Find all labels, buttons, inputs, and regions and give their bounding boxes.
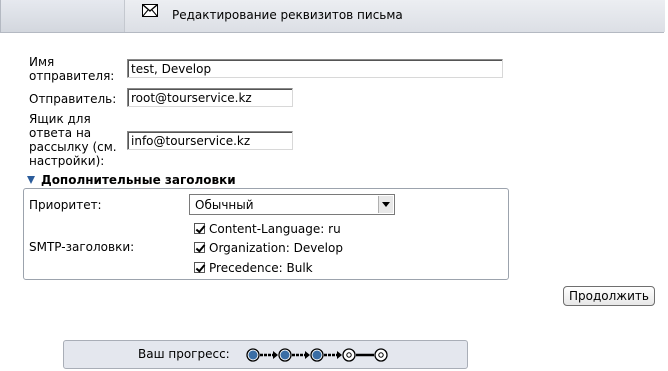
progress-connector [292, 351, 310, 359]
smtp-header-option[interactable]: Organization: Develop [194, 242, 343, 255]
sender-field[interactable] [127, 88, 293, 107]
progress-step-dot [248, 350, 258, 360]
smtp-header-option[interactable]: Precedence: Bulk [194, 262, 313, 275]
chevron-down-icon [382, 202, 390, 207]
smtp-header-label: Content-Language: ru [209, 222, 341, 236]
checkbox-checked[interactable] [194, 223, 205, 234]
reply-to-label-line: рассылку (см. [29, 140, 117, 154]
smtp-headers-label: SMTP-заголовки: [29, 240, 135, 254]
progress-connector [260, 351, 278, 359]
sender-name-field[interactable] [127, 59, 503, 78]
progress-step-dot [280, 350, 290, 360]
priority-select[interactable]: Обычный [189, 194, 395, 215]
additional-headers-title: Дополнительные заголовки [41, 173, 236, 187]
reply-to-field[interactable] [127, 131, 293, 150]
smtp-header-label: Organization: Develop [209, 241, 343, 255]
dropdown-button[interactable] [378, 196, 393, 213]
sender-name-label-line: отправителя: [29, 69, 115, 83]
progress-step-dot [346, 352, 352, 358]
additional-headers-toggle[interactable]: Дополнительные заголовки [27, 173, 236, 187]
sender-label: Отправитель: [29, 92, 117, 106]
progress-steps [246, 348, 388, 362]
progress-connector [324, 351, 342, 359]
sender-name-label: Имя отправителя: [29, 55, 114, 83]
triangle-down-icon [27, 176, 35, 184]
priority-selected-value: Обычный [195, 198, 254, 212]
progress-step-dot [312, 350, 322, 360]
reply-to-label: Ящик для ответа на рассылку (см. настрой… [29, 112, 117, 168]
reply-to-label-line: ответа на [29, 126, 92, 140]
sender-name-label-line: Имя [29, 55, 55, 69]
page-title: Редактирование реквизитов письма [172, 8, 403, 22]
continue-button[interactable]: Продолжить [563, 286, 655, 306]
reply-to-label-line: Ящик для [29, 112, 91, 126]
progress-label: Ваш прогресс: [138, 347, 230, 361]
reply-to-label-line: настройки): [29, 154, 105, 168]
checkbox-checked[interactable] [194, 262, 205, 273]
smtp-header-label: Precedence: Bulk [209, 261, 313, 275]
checkbox-checked[interactable] [194, 242, 205, 253]
smtp-header-option[interactable]: Content-Language: ru [194, 223, 341, 236]
progress-step-dot [378, 352, 384, 358]
priority-label: Приоритет: [29, 198, 102, 212]
envelope-icon [142, 4, 158, 17]
